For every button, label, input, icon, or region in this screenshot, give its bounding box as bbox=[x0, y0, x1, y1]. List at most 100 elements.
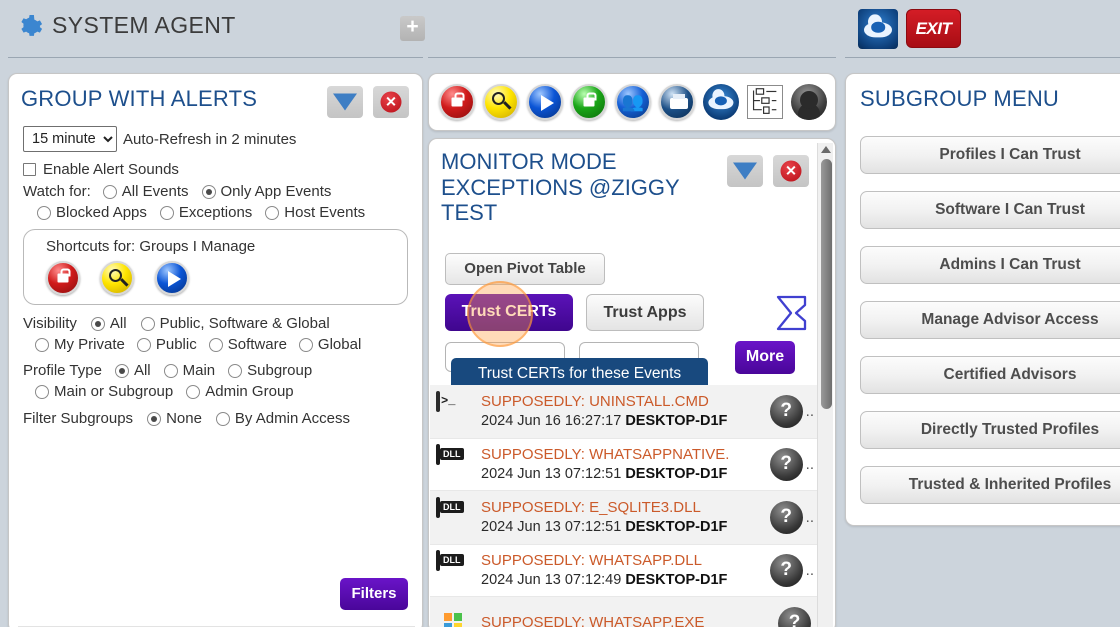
sidebar-item-trusted-inherited-profiles[interactable]: Trusted & Inherited Profiles bbox=[860, 466, 1120, 504]
radio-all-events[interactable] bbox=[102, 184, 117, 199]
org-chart-icon[interactable] bbox=[747, 85, 783, 119]
triangle-down-icon[interactable] bbox=[327, 86, 363, 118]
scroll-up-arrow-icon[interactable] bbox=[821, 146, 831, 153]
radio-filter-by-admin-access[interactable] bbox=[215, 411, 230, 426]
trust-certs-button[interactable]: Trust CERTs bbox=[445, 294, 573, 331]
magnifier-yellow-icon[interactable] bbox=[483, 84, 519, 120]
event-name: SUPPOSEDLY: WHATSAPP.DLL bbox=[481, 551, 702, 569]
sidebar-item-manage-advisor-access[interactable]: Manage Advisor Access bbox=[860, 301, 1120, 339]
question-mark-icon[interactable]: ? bbox=[769, 448, 803, 481]
table-row[interactable]: SUPPOSEDLY: WHATSAPP.DLL 2024 Jun 13 07:… bbox=[430, 544, 820, 597]
play-blue-icon[interactable] bbox=[154, 261, 189, 295]
dll-file-icon bbox=[436, 497, 473, 536]
event-text: SUPPOSEDLY: WHATSAPP.EXE bbox=[481, 614, 774, 627]
header-mid-section: EXIT bbox=[428, 0, 961, 58]
more-button[interactable]: More bbox=[735, 341, 795, 374]
refresh-interval-select[interactable]: 15 minute bbox=[23, 126, 117, 152]
top-header: SYSTEM AGENT + EXIT @ZIGGY TEST SUBGROUP… bbox=[0, 0, 1120, 62]
event-text: SUPPOSEDLY: WHATSAPP.DLL 2024 Jun 13 07:… bbox=[481, 552, 766, 589]
users-blue-icon[interactable]: 👥 bbox=[615, 84, 651, 120]
label-visibility-public-software-global: Public, Software & Global bbox=[159, 315, 330, 332]
vertical-scrollbar[interactable] bbox=[817, 143, 833, 627]
magnifier-yellow-icon[interactable] bbox=[100, 261, 135, 295]
person-avatar-icon[interactable] bbox=[791, 84, 827, 120]
table-row[interactable]: SUPPOSEDLY: E_SQLITE3.DLL 2024 Jun 13 07… bbox=[430, 491, 820, 544]
sidebar-item-admins-i-can-trust[interactable]: Admins I Can Trust bbox=[860, 246, 1120, 284]
quick-action-toolbar: 👥 bbox=[428, 73, 836, 131]
radio-profile-admin-group[interactable] bbox=[186, 384, 201, 399]
profile-type-row-2: Main or Subgroup Admin Group bbox=[35, 383, 422, 400]
event-ellipsis: .. bbox=[805, 456, 814, 473]
radio-visibility-public[interactable] bbox=[136, 337, 151, 352]
lock-green-icon[interactable] bbox=[571, 84, 607, 120]
enable-alert-sounds-row[interactable]: Enable Alert Sounds bbox=[23, 161, 422, 178]
radio-visibility-global[interactable] bbox=[298, 337, 313, 352]
close-circle-icon[interactable]: ✕ bbox=[773, 155, 809, 187]
label-profile-admin-group: Admin Group bbox=[205, 383, 294, 400]
filters-button[interactable]: Filters bbox=[340, 578, 408, 610]
lock-red-icon[interactable] bbox=[439, 84, 475, 120]
event-meta: 2024 Jun 13 07:12:51 DESKTOP-D1F bbox=[481, 518, 728, 535]
radio-profile-main[interactable] bbox=[163, 363, 178, 378]
label-exceptions: Exceptions bbox=[178, 204, 253, 221]
sidebar-item-directly-trusted-profiles[interactable]: Directly Trusted Profiles bbox=[860, 411, 1120, 449]
header-right-section: @ZIGGY TEST SUBGROUP CONFIGURATION bbox=[845, 0, 1120, 58]
question-mark-icon[interactable]: ? bbox=[778, 607, 811, 627]
sigma-summary-icon[interactable] bbox=[774, 294, 810, 332]
radio-visibility-all[interactable] bbox=[90, 316, 105, 331]
table-row[interactable]: SUPPOSEDLY: WHATSAPP.EXE ? bbox=[430, 597, 820, 627]
triangle-down-icon[interactable] bbox=[727, 155, 763, 187]
event-text: SUPPOSEDLY: UNINSTALL.CMD 2024 Jun 16 16… bbox=[481, 393, 766, 430]
question-mark-icon[interactable]: ? bbox=[769, 554, 803, 587]
radio-exceptions[interactable] bbox=[159, 205, 174, 220]
label-visibility-global: Global bbox=[317, 336, 362, 353]
filter-subgroups-row: Filter Subgroups None By Admin Access bbox=[23, 410, 422, 427]
visibility-label: Visibility bbox=[23, 315, 77, 332]
scrollbar-thumb[interactable] bbox=[821, 159, 832, 409]
table-row[interactable]: SUPPOSEDLY: WHATSAPPNATIVE. 2024 Jun 13 … bbox=[430, 438, 820, 491]
label-filter-by-admin-access: By Admin Access bbox=[234, 410, 350, 427]
label-all-events: All Events bbox=[121, 183, 189, 200]
label-profile-all: All bbox=[133, 362, 151, 379]
radio-profile-all[interactable] bbox=[114, 363, 129, 378]
lock-red-icon[interactable] bbox=[46, 261, 80, 295]
close-circle-icon[interactable]: ✕ bbox=[373, 86, 409, 118]
enable-alert-sounds-checkbox[interactable] bbox=[23, 163, 36, 176]
add-button[interactable]: + bbox=[400, 16, 425, 41]
profile-type-row-1: Profile Type All Main Subgroup bbox=[23, 362, 422, 379]
radio-profile-subgroup[interactable] bbox=[228, 363, 243, 378]
shortcuts-label: Shortcuts for: Groups I Manage bbox=[46, 238, 256, 255]
event-ellipsis: .. bbox=[805, 403, 814, 420]
sidebar-item-profiles-i-can-trust[interactable]: Profiles I Can Trust bbox=[860, 136, 1120, 174]
question-mark-icon[interactable]: ? bbox=[769, 501, 803, 534]
sidebar-item-certified-advisors[interactable]: Certified Advisors bbox=[860, 356, 1120, 394]
left-panel-header: GROUP WITH ALERTS ✕ bbox=[9, 74, 422, 118]
auto-refresh-text: Auto-Refresh in 2 minutes bbox=[123, 130, 297, 148]
label-visibility-software: Software bbox=[227, 336, 287, 353]
event-meta: 2024 Jun 13 07:12:51 DESKTOP-D1F bbox=[481, 465, 728, 482]
question-mark-icon[interactable]: ? bbox=[769, 395, 803, 428]
label-visibility-my-private: My Private bbox=[54, 336, 125, 353]
trust-apps-button[interactable]: Trust Apps bbox=[586, 294, 704, 331]
subgroup-menu-panel: SUBGROUP MENU Profiles I Can Trust Softw… bbox=[845, 73, 1120, 526]
radio-visibility-software[interactable] bbox=[208, 337, 223, 352]
label-profile-subgroup: Subgroup bbox=[247, 362, 313, 379]
radio-visibility-public-software-global[interactable] bbox=[140, 316, 155, 331]
radio-only-app-events[interactable] bbox=[201, 184, 216, 199]
radio-blocked-apps[interactable] bbox=[37, 205, 51, 220]
open-pivot-table-button[interactable]: Open Pivot Table bbox=[445, 253, 605, 285]
table-row[interactable]: SUPPOSEDLY: UNINSTALL.CMD 2024 Jun 16 16… bbox=[430, 385, 820, 438]
radio-profile-main-or-subgroup[interactable] bbox=[35, 384, 49, 399]
cloud-logo-icon[interactable] bbox=[703, 84, 739, 120]
cmd-file-icon bbox=[436, 391, 473, 430]
printer-icon[interactable] bbox=[659, 84, 695, 120]
events-list: SUPPOSEDLY: UNINSTALL.CMD 2024 Jun 16 16… bbox=[430, 385, 820, 627]
event-ellipsis: .. bbox=[805, 562, 814, 579]
left-panel-title: GROUP WITH ALERTS bbox=[21, 86, 258, 111]
sidebar-item-software-i-can-trust[interactable]: Software I Can Trust bbox=[860, 191, 1120, 229]
label-visibility-public: Public bbox=[155, 336, 197, 353]
play-blue-icon[interactable] bbox=[527, 84, 563, 120]
radio-host-events[interactable] bbox=[265, 205, 280, 220]
radio-visibility-my-private[interactable] bbox=[35, 337, 49, 352]
radio-filter-none[interactable] bbox=[147, 411, 162, 426]
